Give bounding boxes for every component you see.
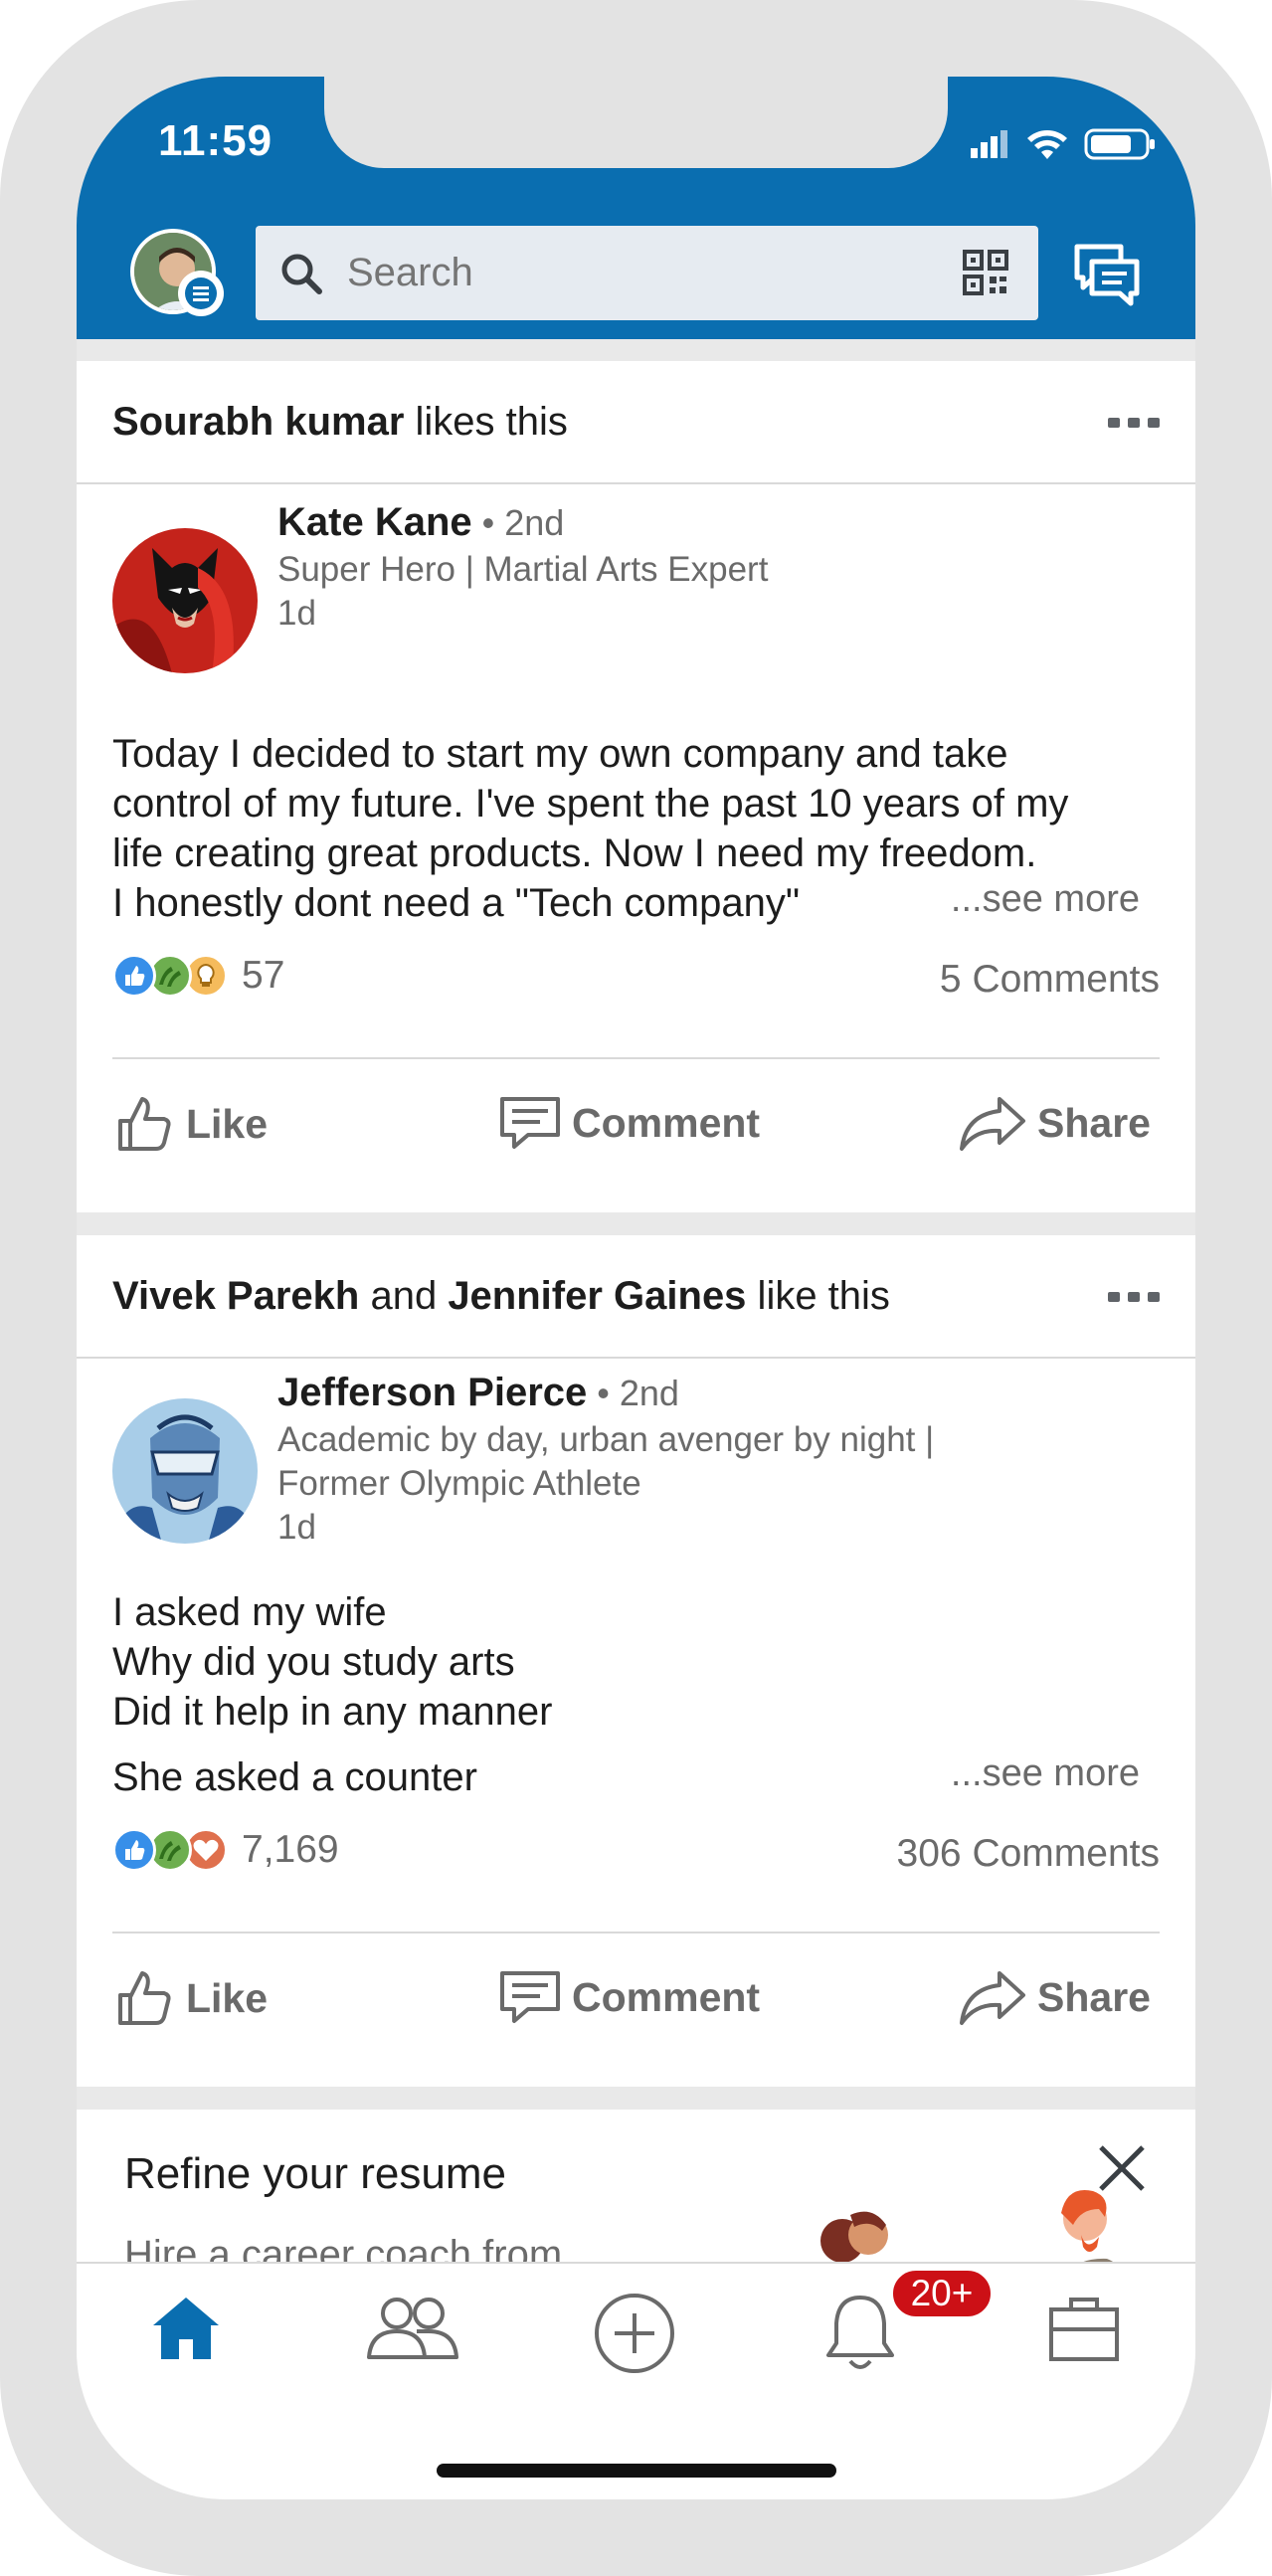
comment-icon [500, 1097, 560, 1149]
author-avatar[interactable] [112, 528, 258, 673]
comment-icon [500, 1971, 560, 2023]
more-options-icon[interactable] [1108, 1292, 1160, 1302]
post-body: I asked my wife Why did you study arts D… [112, 1587, 1157, 1737]
thumbs-up-icon [118, 1971, 171, 2025]
app-screen: 11:59 Search Sourabh kumar likes this Ka… [77, 77, 1195, 2499]
home-indicator[interactable] [437, 2464, 836, 2478]
more-options-icon[interactable] [1108, 418, 1160, 428]
like-label: Like [186, 1100, 269, 1147]
see-more-link[interactable]: ...see more [951, 1752, 1140, 1795]
author-headline: Academic by day, urban avenger by night … [277, 1420, 935, 1459]
share-label: Share [1037, 1099, 1151, 1146]
post-body-line: life creating great products. Now I need… [112, 831, 1037, 875]
comment-button[interactable]: Comment [498, 1967, 760, 2027]
author-name[interactable]: Jefferson Pierce • 2nd [277, 1371, 679, 1415]
like-button[interactable]: Like [114, 1093, 268, 1155]
reaction-count: 57 [242, 954, 285, 997]
post-icon[interactable] [590, 2292, 679, 2381]
device-notch [324, 77, 948, 168]
social-join: and [359, 1273, 449, 1318]
reactions-summary[interactable]: 7,169 [112, 1828, 339, 1872]
comments-count[interactable]: 5 Comments [940, 958, 1160, 1002]
social-context: Sourabh kumar likes this [77, 361, 1195, 484]
social-actor[interactable]: Sourabh kumar [112, 400, 404, 445]
post-time: 1d [277, 1508, 316, 1547]
status-icons [971, 128, 1156, 160]
messaging-icon[interactable] [1074, 244, 1140, 307]
social-actor[interactable]: Vivek Parekh [112, 1274, 359, 1319]
post-body-line: Today I decided to start my own company … [112, 732, 1008, 776]
feed-post: Vivek Parekh and Jennifer Gaines like th… [77, 1235, 1195, 2087]
phone-frame: 11:59 Search Sourabh kumar likes this Ka… [0, 0, 1272, 2576]
social-actor[interactable]: Jennifer Gaines [448, 1274, 746, 1319]
share-label: Share [1037, 1973, 1151, 2020]
post-actions: Like Comment Share [77, 1943, 1195, 2053]
connection-degree: • 2nd [471, 502, 565, 543]
home-icon[interactable] [149, 2292, 223, 2365]
wifi-icon [1027, 130, 1067, 159]
top-bar: 11:59 [77, 77, 1195, 339]
like-label: Like [186, 1974, 269, 2021]
author-avatar[interactable] [112, 1398, 258, 1544]
share-button[interactable]: Share [958, 1967, 1151, 2027]
social-context: Vivek Parekh and Jennifer Gaines like th… [77, 1235, 1195, 1359]
author-name-text: Kate Kane [277, 500, 472, 544]
battery-icon [1084, 128, 1155, 160]
search-input[interactable] [347, 251, 904, 295]
connection-degree: • 2nd [587, 1373, 679, 1413]
share-button[interactable]: Share [958, 1093, 1151, 1153]
social-text: like this [746, 1273, 890, 1318]
feed-post: Sourabh kumar likes this Kate Kane • 2nd… [77, 361, 1195, 1212]
search-icon [281, 254, 322, 294]
promo-title: Refine your resume [124, 2149, 506, 2198]
social-text: likes this [404, 399, 568, 444]
comments-count[interactable]: 306 Comments [897, 1832, 1160, 1876]
like-button[interactable]: Like [114, 1967, 268, 2029]
post-actions: Like Comment Share [77, 1069, 1195, 1179]
author-headline: Former Olympic Athlete [277, 1464, 641, 1503]
like-reaction-icon [112, 1828, 156, 1872]
share-icon [960, 1971, 1025, 2025]
post-body: Today I decided to start my own company … [112, 729, 1157, 878]
jobs-icon[interactable] [1047, 2292, 1121, 2365]
reactions-summary[interactable]: 57 [112, 954, 284, 998]
divider [112, 1057, 1160, 1059]
comment-button[interactable]: Comment [498, 1093, 760, 1153]
menu-badge-icon[interactable] [178, 271, 224, 316]
search-bar[interactable] [256, 226, 1038, 320]
status-time: 11:59 [158, 116, 273, 165]
post-body-line: I asked my wife [112, 1590, 387, 1634]
cellular-signal-icon [971, 130, 1007, 158]
post-time: 1d [277, 594, 316, 633]
notifications-icon[interactable] [822, 2292, 898, 2373]
notifications-badge[interactable]: 20+ [890, 2268, 994, 2319]
my-network-icon[interactable] [365, 2292, 460, 2365]
author-name-text: Jefferson Pierce [277, 1371, 588, 1414]
see-more-link[interactable]: ...see more [951, 878, 1140, 921]
author-name[interactable]: Kate Kane • 2nd [277, 500, 564, 545]
comment-label: Comment [572, 1099, 761, 1146]
reaction-count: 7,169 [242, 1828, 339, 1871]
post-body-line: Why did you study arts [112, 1640, 515, 1684]
divider [112, 1932, 1160, 1933]
thumbs-up-icon [118, 1097, 171, 1151]
qr-code-icon[interactable] [963, 250, 1008, 295]
comment-label: Comment [572, 1973, 761, 2020]
share-icon [960, 1097, 1025, 1151]
author-headline: Super Hero | Martial Arts Expert [277, 550, 769, 589]
post-body-line: control of my future. I've spent the pas… [112, 782, 1069, 826]
post-body-line: Did it help in any manner [112, 1690, 553, 1734]
like-reaction-icon [112, 954, 156, 998]
